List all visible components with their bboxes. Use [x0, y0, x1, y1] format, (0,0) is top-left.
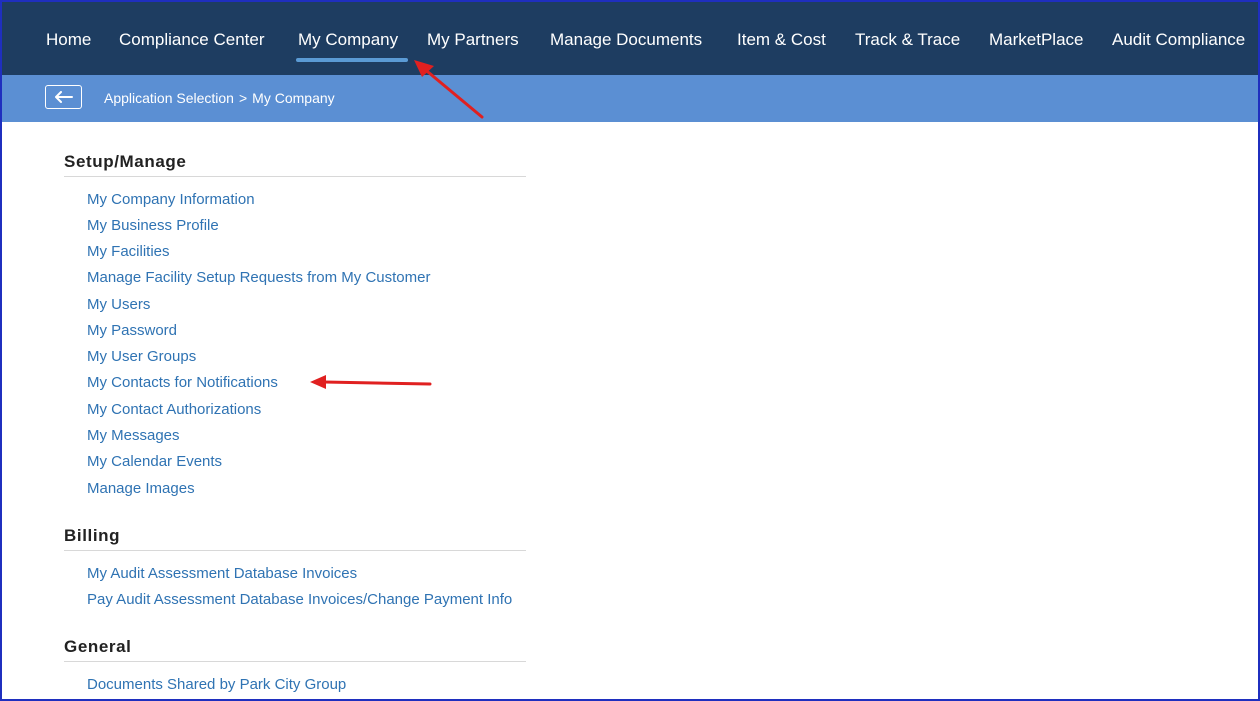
link-manage-images[interactable]: Manage Images — [87, 480, 195, 498]
top-navigation: Home Compliance Center My Company My Par… — [2, 2, 1258, 75]
link-documents-shared-by-park-city-group[interactable]: Documents Shared by Park City Group — [87, 676, 346, 694]
breadcrumb: Application Selection > My Company — [104, 89, 335, 107]
breadcrumb-root[interactable]: Application Selection — [104, 90, 234, 106]
left-arrow-icon — [54, 91, 73, 103]
nav-my-partners[interactable]: My Partners — [427, 30, 519, 50]
nav-compliance-center[interactable]: Compliance Center — [119, 30, 265, 50]
back-button[interactable] — [45, 85, 82, 109]
app-window: Home Compliance Center My Company My Par… — [0, 0, 1260, 701]
link-my-contact-authorizations[interactable]: My Contact Authorizations — [87, 401, 261, 419]
nav-track-and-trace[interactable]: Track & Trace — [855, 30, 960, 50]
nav-marketplace[interactable]: MarketPlace — [989, 30, 1083, 50]
link-my-calendar-events[interactable]: My Calendar Events — [87, 453, 222, 471]
nav-audit-compliance[interactable]: Audit Compliance — [1112, 30, 1245, 50]
link-my-business-profile[interactable]: My Business Profile — [87, 217, 219, 235]
nav-my-company[interactable]: My Company — [298, 30, 398, 50]
link-my-audit-assessment-invoices[interactable]: My Audit Assessment Database Invoices — [87, 565, 357, 583]
section-heading-general: General — [64, 636, 526, 662]
link-my-contacts-for-notifications[interactable]: My Contacts for Notifications — [87, 374, 278, 392]
breadcrumb-current: My Company — [252, 90, 335, 106]
link-my-user-groups[interactable]: My User Groups — [87, 348, 196, 366]
section-heading-setup-manage: Setup/Manage — [64, 151, 526, 177]
link-my-users[interactable]: My Users — [87, 296, 150, 314]
nav-home[interactable]: Home — [46, 30, 91, 50]
breadcrumb-separator: > — [238, 90, 248, 106]
link-my-facilities[interactable]: My Facilities — [87, 243, 170, 261]
nav-manage-documents[interactable]: Manage Documents — [550, 30, 702, 50]
breadcrumb-bar: Application Selection > My Company — [2, 75, 1258, 122]
section-heading-billing: Billing — [64, 525, 526, 551]
active-tab-indicator — [296, 58, 408, 62]
link-my-password[interactable]: My Password — [87, 322, 177, 340]
link-pay-audit-assessment-invoices[interactable]: Pay Audit Assessment Database Invoices/C… — [87, 591, 512, 609]
annotation-arrow-contacts — [310, 375, 432, 389]
link-my-messages[interactable]: My Messages — [87, 427, 180, 445]
nav-item-and-cost[interactable]: Item & Cost — [737, 30, 826, 50]
link-manage-facility-setup-requests[interactable]: Manage Facility Setup Requests from My C… — [87, 269, 430, 287]
link-my-company-information[interactable]: My Company Information — [87, 191, 255, 209]
